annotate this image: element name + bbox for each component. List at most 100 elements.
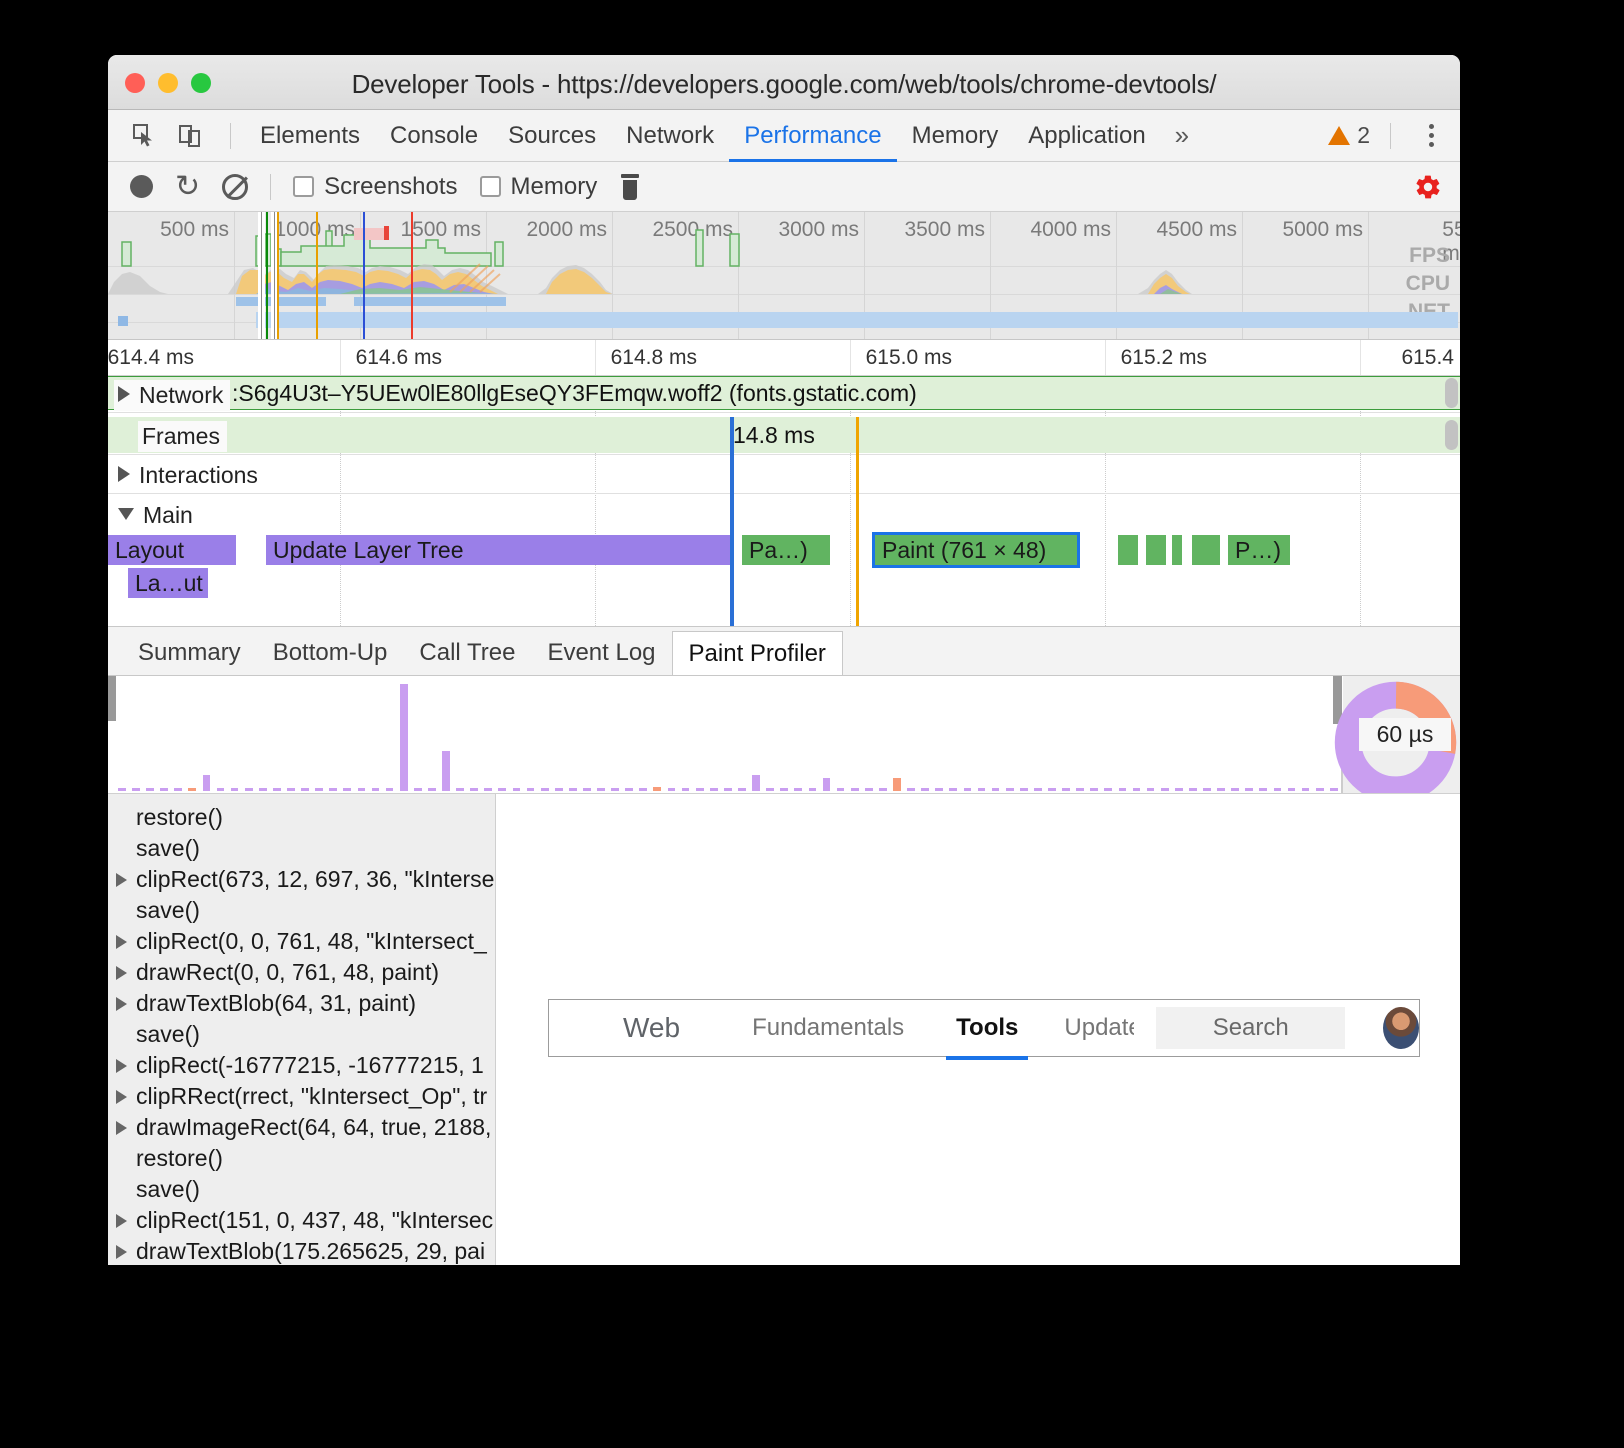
paint-profiler-bar[interactable]	[343, 788, 351, 791]
paint-profiler-bar[interactable]	[414, 788, 422, 791]
paint-profiler-bar[interactable]	[724, 788, 732, 791]
flame-event-update-layer-tree[interactable]: Update Layer Tree	[266, 535, 733, 565]
paint-profiler-bar[interactable]	[978, 788, 986, 791]
paint-profiler-bar[interactable]	[160, 788, 168, 791]
track-header-interactions[interactable]: Interactions	[114, 460, 265, 491]
paint-profiler-bar[interactable]	[174, 788, 182, 791]
paint-profiler-bar[interactable]	[428, 788, 436, 791]
paint-command-row[interactable]: restore()	[108, 1143, 495, 1174]
track-header-network[interactable]: Network	[114, 380, 230, 411]
paint-profiler-bar[interactable]	[301, 788, 309, 791]
track-header-main[interactable]: Main	[114, 500, 200, 531]
paint-profiler-bar[interactable]	[907, 788, 915, 791]
paint-command-row[interactable]: save()	[108, 833, 495, 864]
flame-event-layout[interactable]: Layout	[108, 535, 236, 565]
paint-profiler-bar[interactable]	[625, 788, 633, 791]
tab-bottom-up[interactable]: Bottom-Up	[257, 631, 404, 675]
chevron-right-icon[interactable]	[116, 997, 127, 1011]
paint-profiler-bar[interactable]	[668, 788, 676, 791]
paint-profiler-bar[interactable]	[245, 788, 253, 791]
paint-profiler-bar[interactable]	[287, 788, 295, 791]
paint-profiler-bar[interactable]	[1161, 788, 1169, 791]
tab-summary[interactable]: Summary	[122, 631, 257, 675]
paint-profiler-bar[interactable]	[1090, 788, 1098, 791]
paint-profiler-bar[interactable]	[555, 788, 563, 791]
paint-profiler-bar[interactable]	[470, 788, 478, 791]
paint-profiler-bar[interactable]	[513, 788, 521, 791]
paint-profiler-bar[interactable]	[527, 788, 535, 791]
chevron-right-icon[interactable]	[116, 1090, 127, 1104]
trash-icon[interactable]	[619, 174, 641, 200]
gear-icon[interactable]	[1414, 173, 1442, 201]
paint-profiler-bar[interactable]	[949, 788, 957, 791]
paint-profiler-bar[interactable]	[766, 788, 774, 791]
paint-profiler-bar[interactable]	[372, 788, 380, 791]
paint-command-row[interactable]: drawTextBlob(175.265625, 29, pai	[108, 1236, 495, 1265]
flame-event-paint[interactable]	[1192, 535, 1220, 565]
paint-profiler-bar[interactable]	[484, 788, 492, 791]
paint-profiler-bar[interactable]	[259, 788, 267, 791]
paint-profiler-bar[interactable]	[639, 788, 647, 791]
paint-command-list[interactable]: restore()save()clipRect(673, 12, 697, 36…	[108, 794, 496, 1265]
screenshots-checkbox[interactable]: Screenshots	[293, 173, 457, 201]
paint-profiler-bar[interactable]	[710, 788, 718, 791]
paint-command-row[interactable]: clipRRect(rrect, "kIntersect_Op", tr	[108, 1081, 495, 1112]
tab-console[interactable]: Console	[375, 110, 493, 162]
paint-profiler-bar[interactable]	[597, 788, 605, 791]
paint-profiler-bar[interactable]	[1302, 788, 1310, 791]
paint-profiler-bar[interactable]	[823, 778, 831, 791]
paint-profiler-bar[interactable]	[809, 788, 817, 791]
paint-profiler-bar[interactable]	[921, 788, 929, 791]
chevron-right-icon[interactable]	[118, 386, 130, 402]
paint-profiler-bar[interactable]	[146, 788, 154, 791]
paint-profiler-bar[interactable]	[794, 788, 802, 791]
paint-profiler-bar[interactable]	[851, 788, 859, 791]
flame-event-paint[interactable]	[1146, 535, 1166, 565]
paint-profiler-bar[interactable]	[992, 788, 1000, 791]
paint-profiler-bar[interactable]	[879, 788, 887, 791]
paint-profiler-bar[interactable]	[203, 775, 211, 791]
paint-profiler-bar[interactable]	[1203, 788, 1211, 791]
tab-elements[interactable]: Elements	[245, 110, 375, 162]
paint-profiler-bar[interactable]	[1034, 788, 1042, 791]
frames-track-scrollbar[interactable]	[1445, 420, 1458, 450]
chevron-right-icon[interactable]	[116, 1059, 127, 1073]
paint-profiler-bar[interactable]	[893, 778, 901, 791]
tab-paint-profiler[interactable]: Paint Profiler	[672, 631, 843, 675]
checkbox-box[interactable]	[480, 176, 501, 197]
paint-profiler-bar[interactable]	[442, 751, 450, 791]
chevron-right-icon[interactable]	[118, 466, 130, 482]
paint-profiler-bar[interactable]	[541, 788, 549, 791]
paint-profiler-bar[interactable]	[752, 775, 760, 791]
paint-command-row[interactable]: save()	[108, 1174, 495, 1205]
paint-profiler-bar[interactable]	[696, 788, 704, 791]
paint-profiler-bar[interactable]	[118, 788, 126, 791]
paint-profiler-bar[interactable]	[964, 788, 972, 791]
paint-command-row[interactable]: clipRect(0, 0, 761, 48, "kIntersect_	[108, 926, 495, 957]
paint-command-row[interactable]: drawRect(0, 0, 761, 48, paint)	[108, 957, 495, 988]
paint-profiler-bars[interactable]	[118, 676, 1344, 791]
paint-profiler-bar[interactable]	[456, 788, 464, 791]
paint-profiler-bar[interactable]	[273, 788, 281, 791]
paint-profiler-bar[interactable]	[935, 788, 943, 791]
paint-command-row[interactable]: save()	[108, 895, 495, 926]
paint-profiler-bar[interactable]	[865, 788, 873, 791]
tab-sources[interactable]: Sources	[493, 110, 611, 162]
paint-profiler-bar[interactable]	[386, 788, 394, 791]
flame-event-paint-truncated[interactable]: P…)	[1228, 535, 1290, 565]
paint-profiler-bar[interactable]	[329, 788, 337, 791]
overview-selection-handle-left[interactable]	[258, 212, 265, 340]
paint-profiler-bar[interactable]	[682, 788, 690, 791]
paint-profiler-bar[interactable]	[217, 788, 225, 791]
flame-event-paint-selected[interactable]: Paint (761 × 48)	[875, 535, 1077, 565]
paint-command-row[interactable]: clipRect(151, 0, 437, 48, "kIntersec	[108, 1205, 495, 1236]
warning-badge[interactable]: 2	[1328, 122, 1370, 149]
tab-application[interactable]: Application	[1013, 110, 1160, 162]
tab-event-log[interactable]: Event Log	[531, 631, 671, 675]
chevron-right-icon[interactable]	[116, 1121, 127, 1135]
paint-command-row[interactable]: drawImageRect(64, 64, true, 2188,	[108, 1112, 495, 1143]
paint-profiler-bar[interactable]	[1133, 788, 1141, 791]
paint-profiler-bar[interactable]	[315, 788, 323, 791]
inspect-element-icon[interactable]	[124, 116, 164, 156]
flame-event-paint-small[interactable]: Pa…)	[742, 535, 830, 565]
